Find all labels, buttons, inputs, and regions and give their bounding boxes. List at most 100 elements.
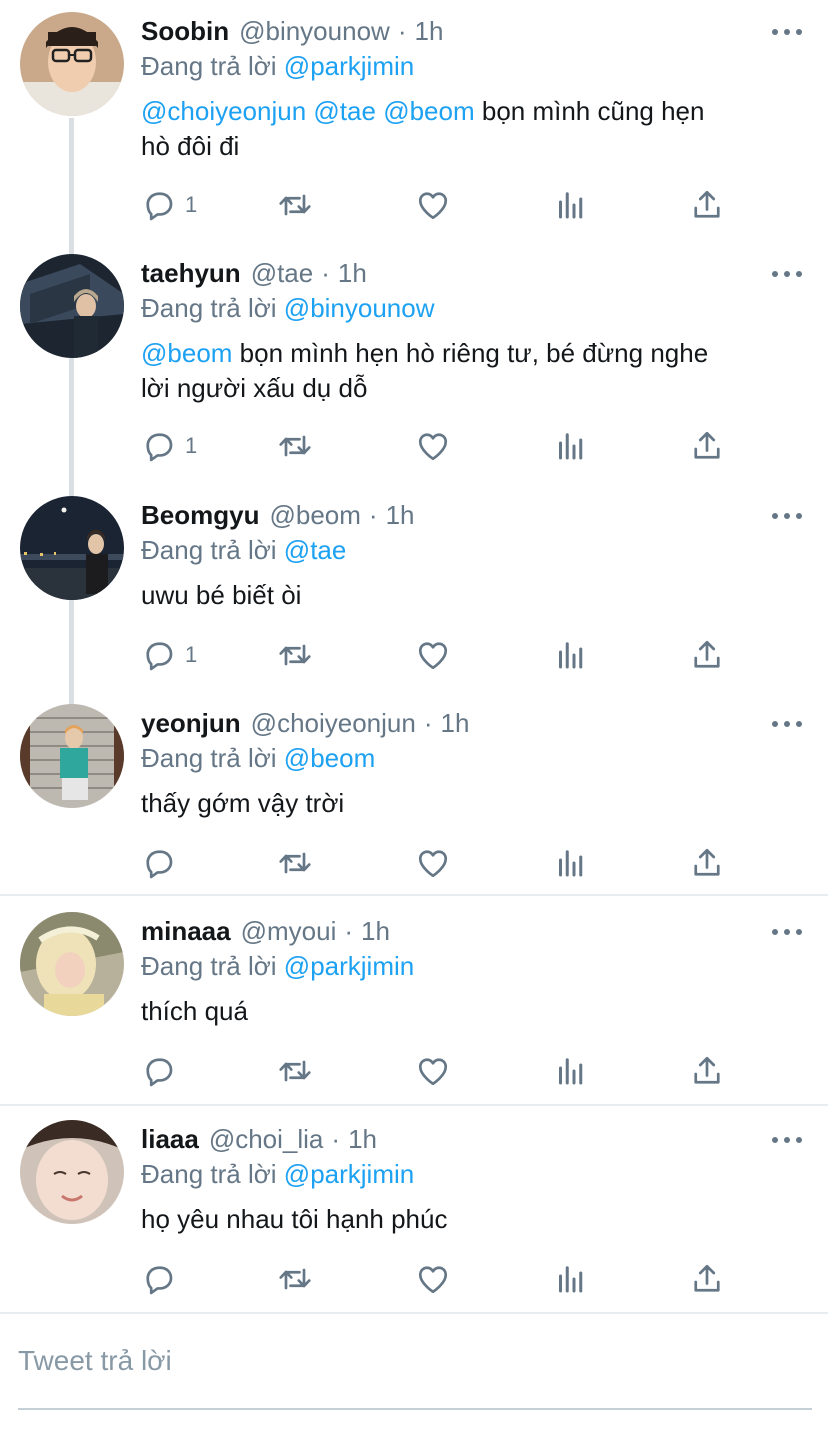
replying-to-label: Đang trả lời <box>141 51 277 81</box>
avatar[interactable] <box>20 254 124 358</box>
reply-icon <box>146 850 173 879</box>
user-handle[interactable]: @choiyeonjun <box>251 706 416 740</box>
retweet-button[interactable] <box>277 1053 313 1089</box>
like-button[interactable] <box>415 187 451 223</box>
tweet-text-line: lời người xấu dụ dỗ <box>141 373 368 403</box>
retweet-button[interactable] <box>277 187 313 223</box>
replying-to-mention[interactable]: @parkjimin <box>284 1159 414 1189</box>
replying-to-mention[interactable]: @parkjimin <box>284 951 414 981</box>
replying-to: Đang trả lời @binyounow <box>141 291 435 325</box>
timestamp[interactable]: 1h <box>348 1122 377 1156</box>
share-button[interactable] <box>689 1261 725 1297</box>
tweet-soobin[interactable]: Soobin @binyounow · 1h Đang trả lời @par… <box>0 0 828 240</box>
display-name[interactable]: Soobin <box>141 14 229 48</box>
like-button[interactable] <box>415 1261 451 1297</box>
replying-to-mention[interactable]: @tae <box>284 535 347 565</box>
mention-link[interactable]: @beom <box>141 338 232 368</box>
avatar[interactable] <box>20 12 124 116</box>
display-name[interactable]: yeonjun <box>141 706 241 740</box>
tweet-taehyun[interactable]: taehyun @tae · 1h Đang trả lời @binyouno… <box>0 242 828 482</box>
like-button[interactable] <box>415 637 451 673</box>
replying-to-mention[interactable]: @beom <box>284 743 375 773</box>
replying-to-mention[interactable]: @binyounow <box>284 293 435 323</box>
retweet-button[interactable] <box>277 428 313 464</box>
display-name[interactable]: Beomgyu <box>141 498 259 532</box>
share-button[interactable] <box>689 845 725 881</box>
reply-composer[interactable]: Tweet trả lời <box>18 1336 812 1410</box>
avatar[interactable] <box>20 496 124 600</box>
like-button[interactable] <box>415 845 451 881</box>
user-handle[interactable]: @beom <box>269 498 360 532</box>
retweet-icon <box>279 1268 311 1290</box>
replying-to: Đang trả lời @parkjimin <box>141 949 414 983</box>
share-button[interactable] <box>689 187 725 223</box>
share-button[interactable] <box>689 1053 725 1089</box>
more-icon[interactable] <box>772 1135 802 1145</box>
replying-to-mention[interactable]: @parkjimin <box>284 51 414 81</box>
tweet-text: họ yêu nhau tôi hạnh phúc <box>141 1202 801 1237</box>
replying-to: Đang trả lời @parkjimin <box>141 49 414 83</box>
reply-button[interactable] <box>141 1053 177 1089</box>
reply-button[interactable]: 1 <box>141 637 197 673</box>
more-icon[interactable] <box>772 27 802 37</box>
more-icon[interactable] <box>772 269 802 279</box>
tweet-text-line: hò đôi đi <box>141 131 240 161</box>
timestamp[interactable]: 1h <box>361 914 390 948</box>
retweet-button[interactable] <box>277 637 313 673</box>
retweet-button[interactable] <box>277 1261 313 1297</box>
reply-input-placeholder[interactable]: Tweet trả lời <box>18 1336 812 1386</box>
avatar[interactable] <box>20 912 124 1016</box>
analytics-button[interactable] <box>553 428 589 464</box>
tweet-text: thích quá <box>141 994 801 1029</box>
reply-icon <box>146 1058 173 1087</box>
reply-button[interactable]: 1 <box>141 187 197 223</box>
user-handle[interactable]: @choi_lia <box>209 1122 324 1156</box>
display-name[interactable]: minaaa <box>141 914 231 948</box>
tweet-text: uwu bé biết òi <box>141 578 801 613</box>
reply-button[interactable] <box>141 1261 177 1297</box>
like-button[interactable] <box>415 1053 451 1089</box>
analytics-button[interactable] <box>553 1261 589 1297</box>
separator-dot: · <box>397 16 407 46</box>
tweet-beomgyu[interactable]: Beomgyu @beom · 1h Đang trả lời @tae uwu… <box>0 484 828 690</box>
reply-button[interactable] <box>141 845 177 881</box>
tweet-text-line: bọn mình cũng hẹn <box>481 96 705 126</box>
avatar[interactable] <box>20 704 124 808</box>
analytics-icon <box>559 642 583 669</box>
tweet-liaaa[interactable]: liaaa @choi_lia · 1h Đang trả lời @parkj… <box>0 1108 828 1314</box>
analytics-icon <box>559 850 583 877</box>
action-bar <box>141 1053 731 1089</box>
retweet-button[interactable] <box>277 845 313 881</box>
user-handle[interactable]: @myoui <box>241 914 337 948</box>
mention-link[interactable]: @beom <box>383 96 474 126</box>
share-button[interactable] <box>689 637 725 673</box>
reply-button[interactable]: 1 <box>141 428 197 464</box>
mention-link[interactable]: @choiyeonjun <box>141 96 306 126</box>
like-button[interactable] <box>415 428 451 464</box>
analytics-button[interactable] <box>553 845 589 881</box>
user-handle[interactable]: @binyounow <box>239 14 390 48</box>
timestamp[interactable]: 1h <box>386 498 415 532</box>
avatar[interactable] <box>20 1120 124 1224</box>
more-icon[interactable] <box>772 511 802 521</box>
tweet-yeonjun[interactable]: yeonjun @choiyeonjun · 1h Đang trả lời @… <box>0 692 828 896</box>
analytics-button[interactable] <box>553 187 589 223</box>
more-icon[interactable] <box>772 927 802 937</box>
mention-link[interactable]: @tae <box>313 96 376 126</box>
analytics-button[interactable] <box>553 637 589 673</box>
separator-dot: · <box>344 916 354 946</box>
analytics-button[interactable] <box>553 1053 589 1089</box>
user-handle[interactable]: @tae <box>251 256 314 290</box>
share-button[interactable] <box>689 428 725 464</box>
reply-thread: Soobin @binyounow · 1h Đang trả lời @par… <box>0 0 828 1430</box>
more-icon[interactable] <box>772 719 802 729</box>
heart-icon <box>418 1058 448 1086</box>
timestamp[interactable]: 1h <box>338 256 367 290</box>
heart-icon <box>418 642 448 670</box>
display-name[interactable]: liaaa <box>141 1122 199 1156</box>
heart-icon <box>418 1266 448 1294</box>
timestamp[interactable]: 1h <box>441 706 470 740</box>
display-name[interactable]: taehyun <box>141 256 241 290</box>
tweet-minaaa[interactable]: minaaa @myoui · 1h Đang trả lời @parkjim… <box>0 900 828 1106</box>
timestamp[interactable]: 1h <box>414 14 443 48</box>
